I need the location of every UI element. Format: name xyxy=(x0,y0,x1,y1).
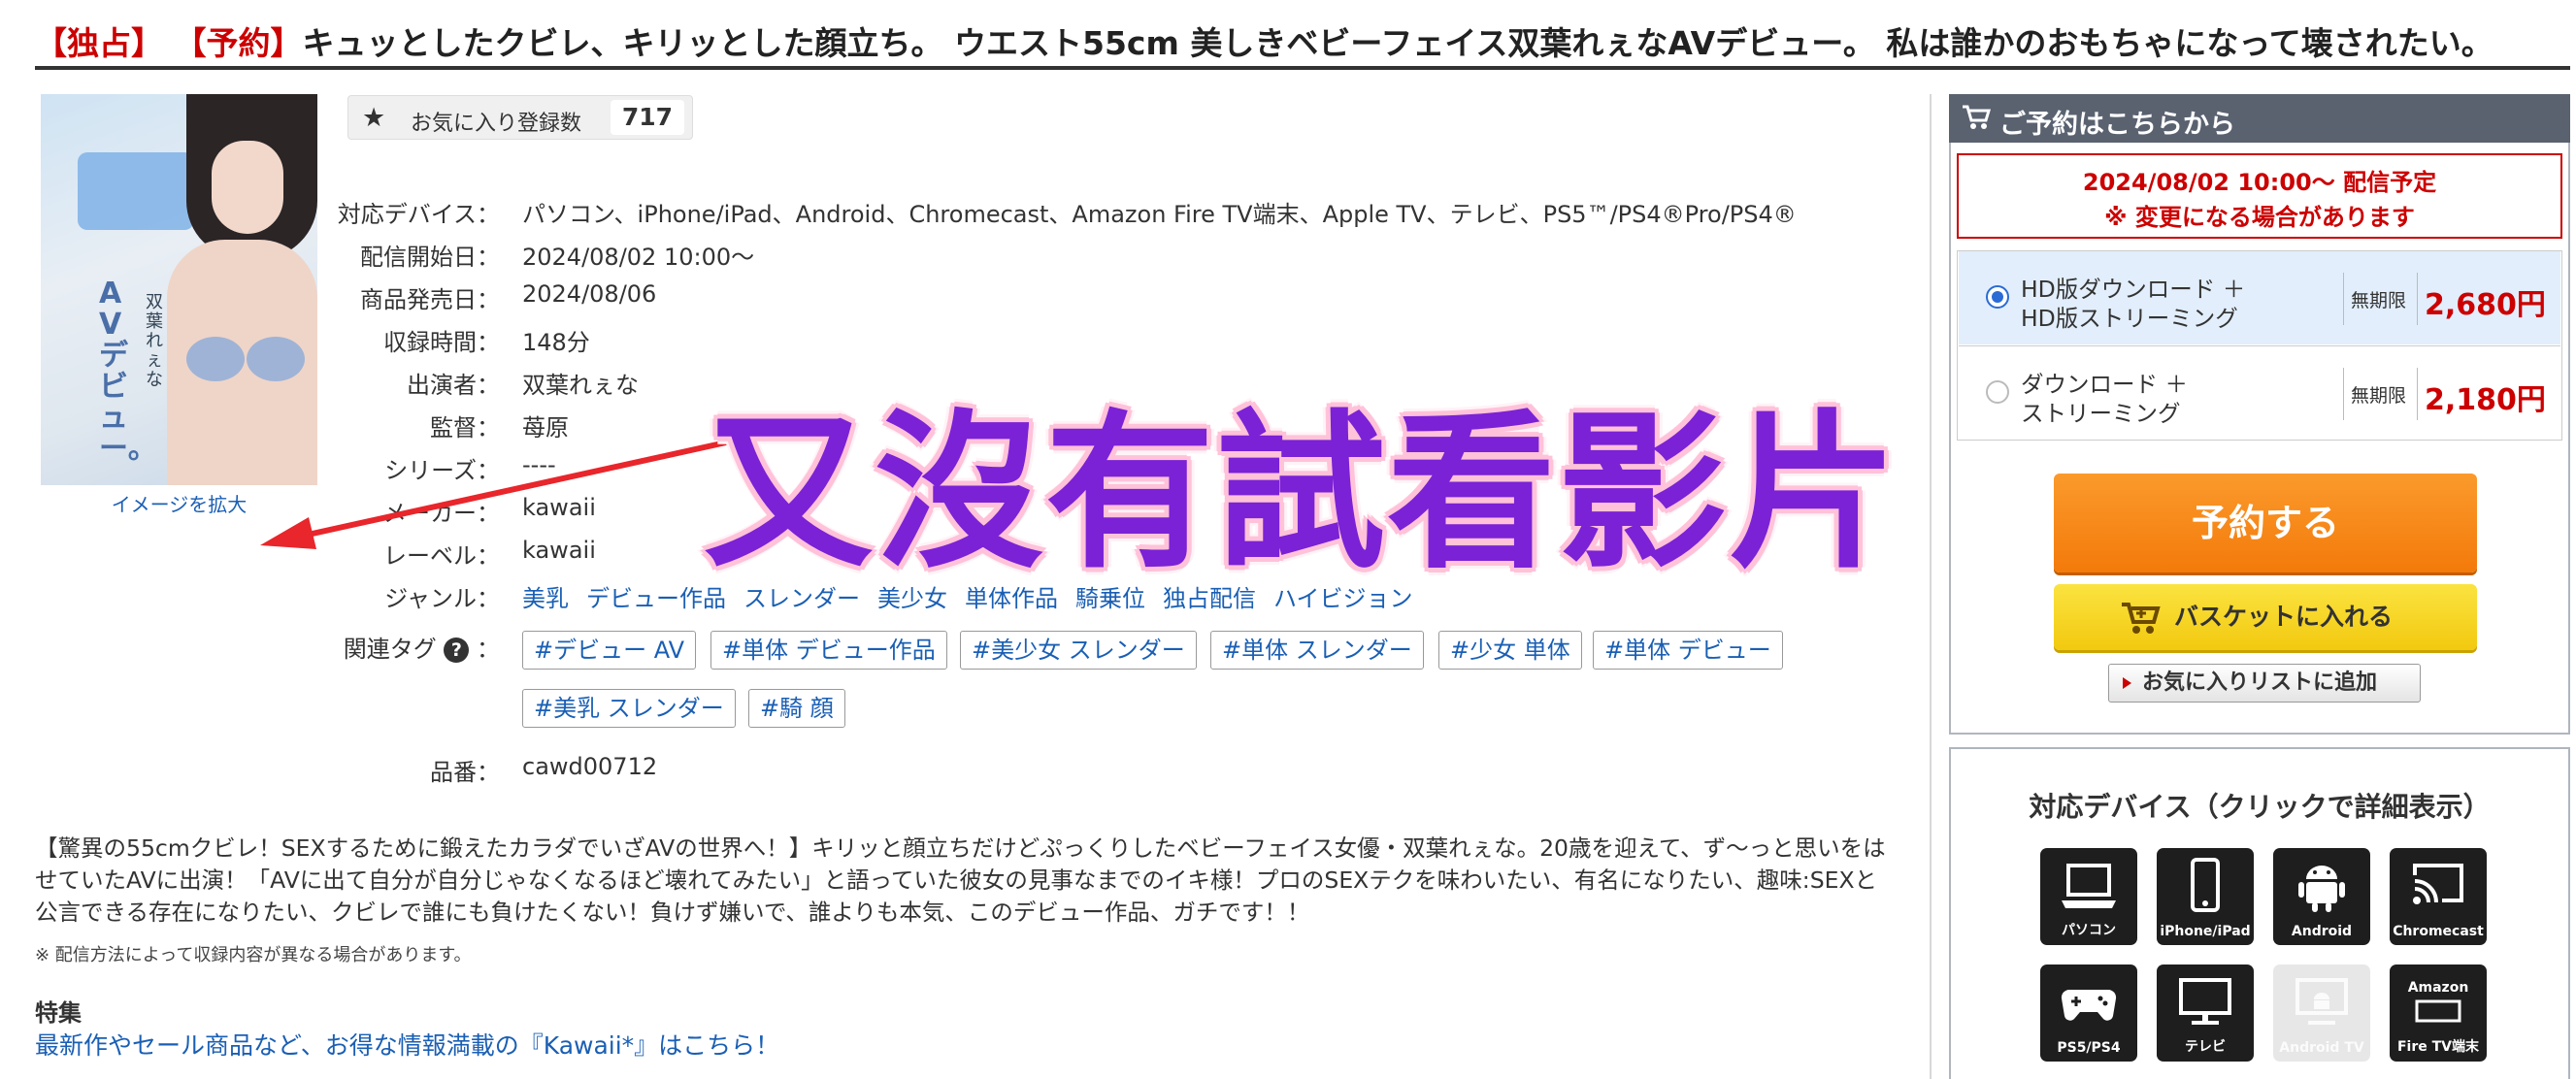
overlay-annotation-text: 又沒有試看影片 xyxy=(704,395,1900,592)
